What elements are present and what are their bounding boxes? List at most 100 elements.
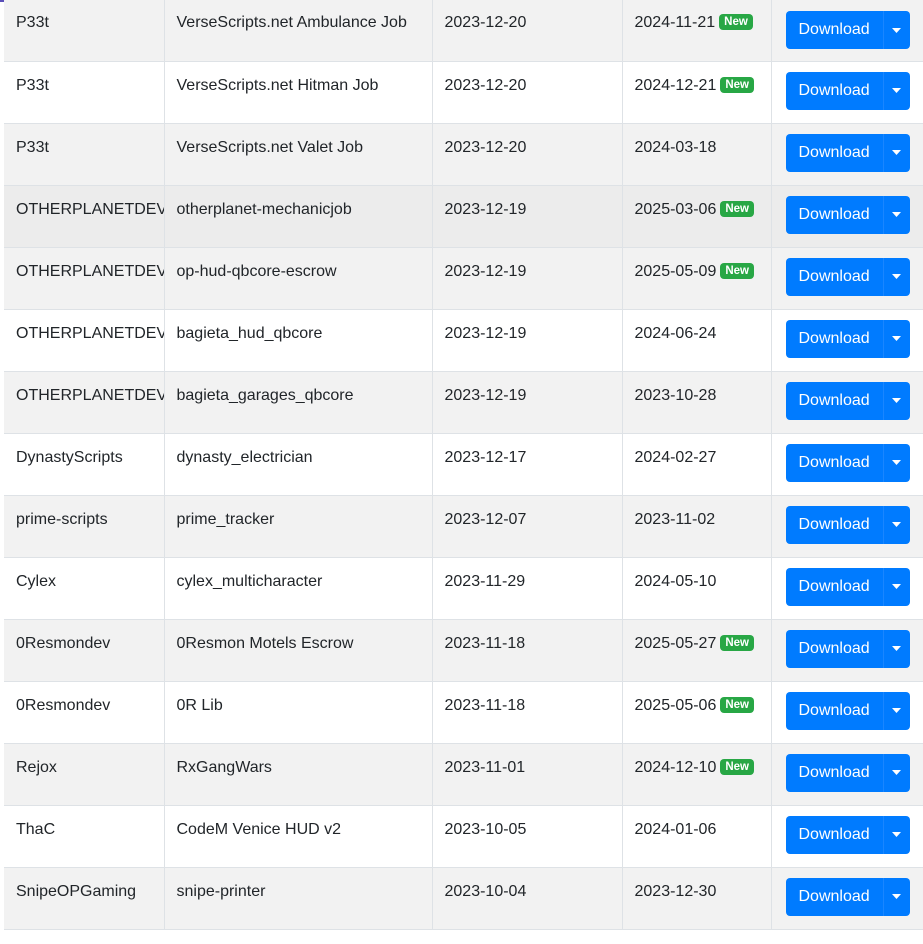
download-button[interactable]: Download — [785, 691, 883, 730]
download-button[interactable]: Download — [785, 753, 883, 792]
new-badge: New — [720, 262, 754, 279]
caret-down-icon — [892, 646, 901, 651]
author-cell: OTHERPLANETDEV — [4, 246, 165, 310]
download-button[interactable]: Download — [785, 319, 883, 358]
download-dropdown-toggle[interactable] — [882, 815, 910, 854]
update-date-cell: 2025-05-09 New — [621, 246, 772, 310]
update-date-cell: 2024-11-21 New — [621, 0, 772, 62]
download-cell: Download — [770, 556, 923, 620]
download-dropdown-toggle[interactable] — [882, 505, 910, 544]
update-date: 2024-05-10 — [634, 572, 717, 590]
caret-down-icon — [892, 274, 901, 279]
caret-down-icon — [892, 212, 901, 217]
download-button[interactable]: Download — [785, 877, 883, 916]
download-button[interactable]: Download — [785, 195, 883, 234]
update-date: 2024-12-21 — [634, 76, 717, 94]
author-cell: Rejox — [4, 742, 165, 806]
author-cell: SnipeOPGaming — [4, 866, 165, 930]
caret-down-icon — [892, 522, 901, 527]
new-badge: New — [720, 200, 754, 217]
download-dropdown-toggle[interactable] — [882, 443, 910, 482]
download-cell: Download — [770, 618, 923, 682]
update-date-cell: 2023-11-02 — [621, 494, 772, 558]
update-date: 2025-05-09 — [634, 262, 717, 280]
download-cell: Download — [770, 866, 923, 930]
download-dropdown-toggle[interactable] — [882, 71, 910, 110]
update-date: 2024-02-27 — [634, 448, 717, 466]
release-date-cell: 2023-11-29 — [431, 556, 623, 620]
download-dropdown-toggle[interactable] — [882, 133, 910, 172]
script-name-cell: 0R Lib — [163, 680, 433, 744]
script-name-cell: dynasty_electrician — [163, 432, 433, 496]
table-row: OTHERPLANETDEV bagieta_garages_qbcore 2023… — [4, 370, 923, 434]
download-button[interactable]: Download — [785, 629, 883, 668]
table-row: P33t VerseScripts.net Ambulance Job 2023-1… — [4, 0, 923, 62]
update-date: 2025-05-27 — [634, 634, 717, 652]
download-button-group: Download — [785, 815, 910, 854]
download-button[interactable]: Download — [785, 11, 883, 49]
download-dropdown-toggle[interactable] — [882, 877, 910, 916]
download-button-group: Download — [785, 71, 910, 110]
script-name-cell: otherplanet-mechanicjob — [163, 184, 433, 248]
download-dropdown-toggle[interactable] — [882, 381, 910, 420]
update-date: 2024-11-21 — [634, 14, 716, 31]
update-date: 2024-06-24 — [634, 324, 717, 342]
update-date-cell: 2024-03-18 — [621, 122, 772, 186]
release-date-cell: 2023-10-04 — [431, 866, 623, 930]
download-button[interactable]: Download — [785, 815, 883, 854]
download-cell: Download — [770, 122, 923, 186]
script-name-cell: bagieta_hud_qbcore — [163, 308, 433, 372]
update-date-cell: 2024-12-10 New — [621, 742, 772, 806]
author-cell: DynastyScripts — [4, 432, 165, 496]
update-date-cell: 2023-10-28 — [621, 370, 772, 434]
update-date: 2024-12-10 — [634, 758, 717, 776]
download-dropdown-toggle[interactable] — [882, 567, 910, 606]
new-badge: New — [720, 76, 754, 93]
download-button-group: Download — [785, 11, 910, 49]
script-name-cell: op-hud-qbcore-escrow — [163, 246, 433, 310]
download-cell: Download — [770, 804, 923, 868]
author-cell: ThaC — [4, 804, 165, 868]
download-button-group: Download — [785, 629, 910, 668]
download-button[interactable]: Download — [785, 257, 883, 296]
download-button[interactable]: Download — [785, 71, 883, 110]
download-button[interactable]: Download — [785, 567, 883, 606]
script-name-cell: bagieta_garages_qbcore — [163, 370, 433, 434]
script-name-cell: prime_tracker — [163, 494, 433, 558]
author-cell: 0Resmondev — [4, 618, 165, 682]
table-row: 0Resmondev 0R Lib 2023-11-18 2025-05-06 New D… — [4, 680, 923, 744]
download-dropdown-toggle[interactable] — [882, 195, 910, 234]
script-name-cell: RxGangWars — [163, 742, 433, 806]
update-date: 2023-10-28 — [634, 386, 717, 404]
script-name-cell: 0Resmon Motels Escrow — [163, 618, 433, 682]
download-cell: Download — [770, 184, 923, 248]
download-cell: Download — [770, 370, 923, 434]
download-button[interactable]: Download — [785, 505, 883, 544]
download-button[interactable]: Download — [785, 443, 883, 482]
update-date: 2025-05-06 — [634, 696, 717, 714]
caret-down-icon — [892, 336, 901, 341]
release-date-cell: 2023-12-20 — [431, 122, 623, 186]
download-dropdown-toggle[interactable] — [882, 691, 910, 730]
download-dropdown-toggle[interactable] — [882, 257, 910, 296]
scripts-table-body: P33t VerseScripts.net Ambulance Job 2023-1… — [4, 0, 923, 930]
update-date-cell: 2024-06-24 — [621, 308, 772, 372]
update-date-cell: 2023-12-30 — [621, 866, 772, 930]
update-date-cell: 2024-05-10 — [621, 556, 772, 620]
download-dropdown-toggle[interactable] — [882, 629, 910, 668]
download-dropdown-toggle[interactable] — [882, 11, 910, 49]
author-cell: OTHERPLANETDEV — [4, 370, 165, 434]
caret-down-icon — [892, 150, 901, 155]
download-cell: Download — [770, 432, 923, 496]
caret-down-icon — [892, 88, 901, 93]
release-date-cell: 2023-12-19 — [431, 308, 623, 372]
download-button[interactable]: Download — [785, 133, 883, 172]
download-cell: Download — [770, 60, 923, 124]
author-cell: Cylex — [4, 556, 165, 620]
download-dropdown-toggle[interactable] — [882, 319, 910, 358]
update-date-cell: 2024-01-06 — [621, 804, 772, 868]
release-date-cell: 2023-12-19 — [431, 246, 623, 310]
download-dropdown-toggle[interactable] — [882, 753, 910, 792]
download-button[interactable]: Download — [785, 381, 883, 420]
download-button-group: Download — [785, 257, 910, 296]
